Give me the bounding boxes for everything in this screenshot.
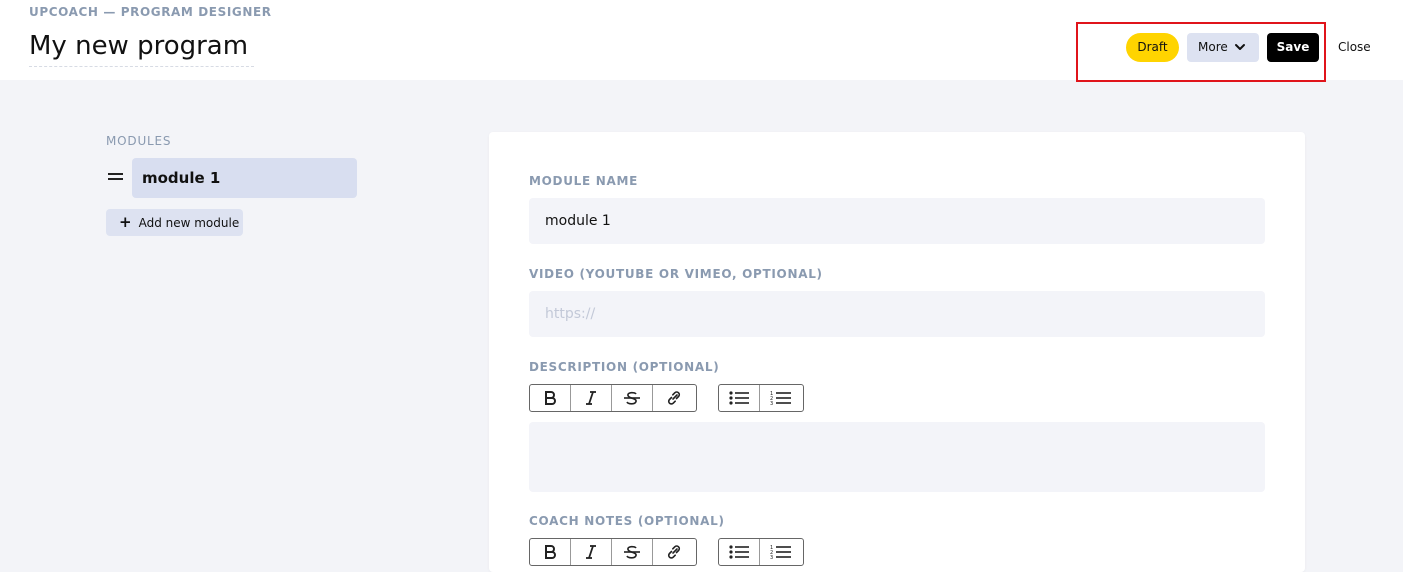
svg-text:3: 3: [770, 401, 773, 406]
description-editor[interactable]: [529, 422, 1265, 492]
module-name-label: MODULE NAME: [529, 174, 639, 188]
description-list-toolbar: 123: [718, 384, 804, 412]
video-label: VIDEO (YOUTUBE OR VIMEO, OPTIONAL): [529, 267, 823, 281]
drag-handle-icon[interactable]: [108, 173, 123, 183]
module-editor-panel: MODULE NAME module 1 VIDEO (YOUTUBE OR V…: [489, 132, 1305, 572]
italic-icon[interactable]: [571, 539, 612, 565]
numbered-list-icon[interactable]: 123: [760, 539, 801, 565]
coach-notes-list-toolbar: 123: [718, 538, 804, 566]
bulleted-list-icon[interactable]: [719, 385, 760, 411]
link-icon[interactable]: [653, 385, 694, 411]
app-label: UPCOACH — PROGRAM DESIGNER: [29, 5, 272, 19]
link-icon[interactable]: [653, 539, 694, 565]
italic-icon[interactable]: [571, 385, 612, 411]
numbered-list-icon[interactable]: 123: [760, 385, 801, 411]
description-format-toolbar: [529, 384, 697, 412]
bold-icon[interactable]: [530, 385, 571, 411]
bulleted-list-icon[interactable]: [719, 539, 760, 565]
sidebar-item-module-1[interactable]: module 1: [132, 158, 357, 198]
bold-icon[interactable]: [530, 539, 571, 565]
modules-heading: MODULES: [106, 134, 172, 148]
plus-icon: +: [119, 213, 132, 231]
more-button[interactable]: More: [1187, 33, 1259, 62]
chevron-down-icon: [1235, 44, 1245, 50]
more-button-label: More: [1198, 40, 1228, 54]
save-button[interactable]: Save: [1267, 33, 1319, 62]
close-button[interactable]: Close: [1338, 33, 1371, 62]
top-header: UPCOACH — PROGRAM DESIGNER My new progra…: [0, 0, 1403, 82]
add-module-label: Add new module: [138, 216, 240, 230]
status-badge: Draft: [1126, 33, 1179, 62]
video-url-input[interactable]: https://: [529, 291, 1265, 337]
module-name-input[interactable]: module 1: [529, 198, 1265, 244]
svg-text:3: 3: [770, 555, 773, 560]
strikethrough-icon[interactable]: [612, 385, 653, 411]
coach-notes-format-toolbar: [529, 538, 697, 566]
strikethrough-icon[interactable]: [612, 539, 653, 565]
coach-notes-label: COACH NOTES (OPTIONAL): [529, 514, 725, 528]
description-label: DESCRIPTION (OPTIONAL): [529, 360, 720, 374]
add-module-button[interactable]: + Add new module: [106, 209, 243, 236]
program-title-input[interactable]: My new program: [29, 30, 254, 67]
